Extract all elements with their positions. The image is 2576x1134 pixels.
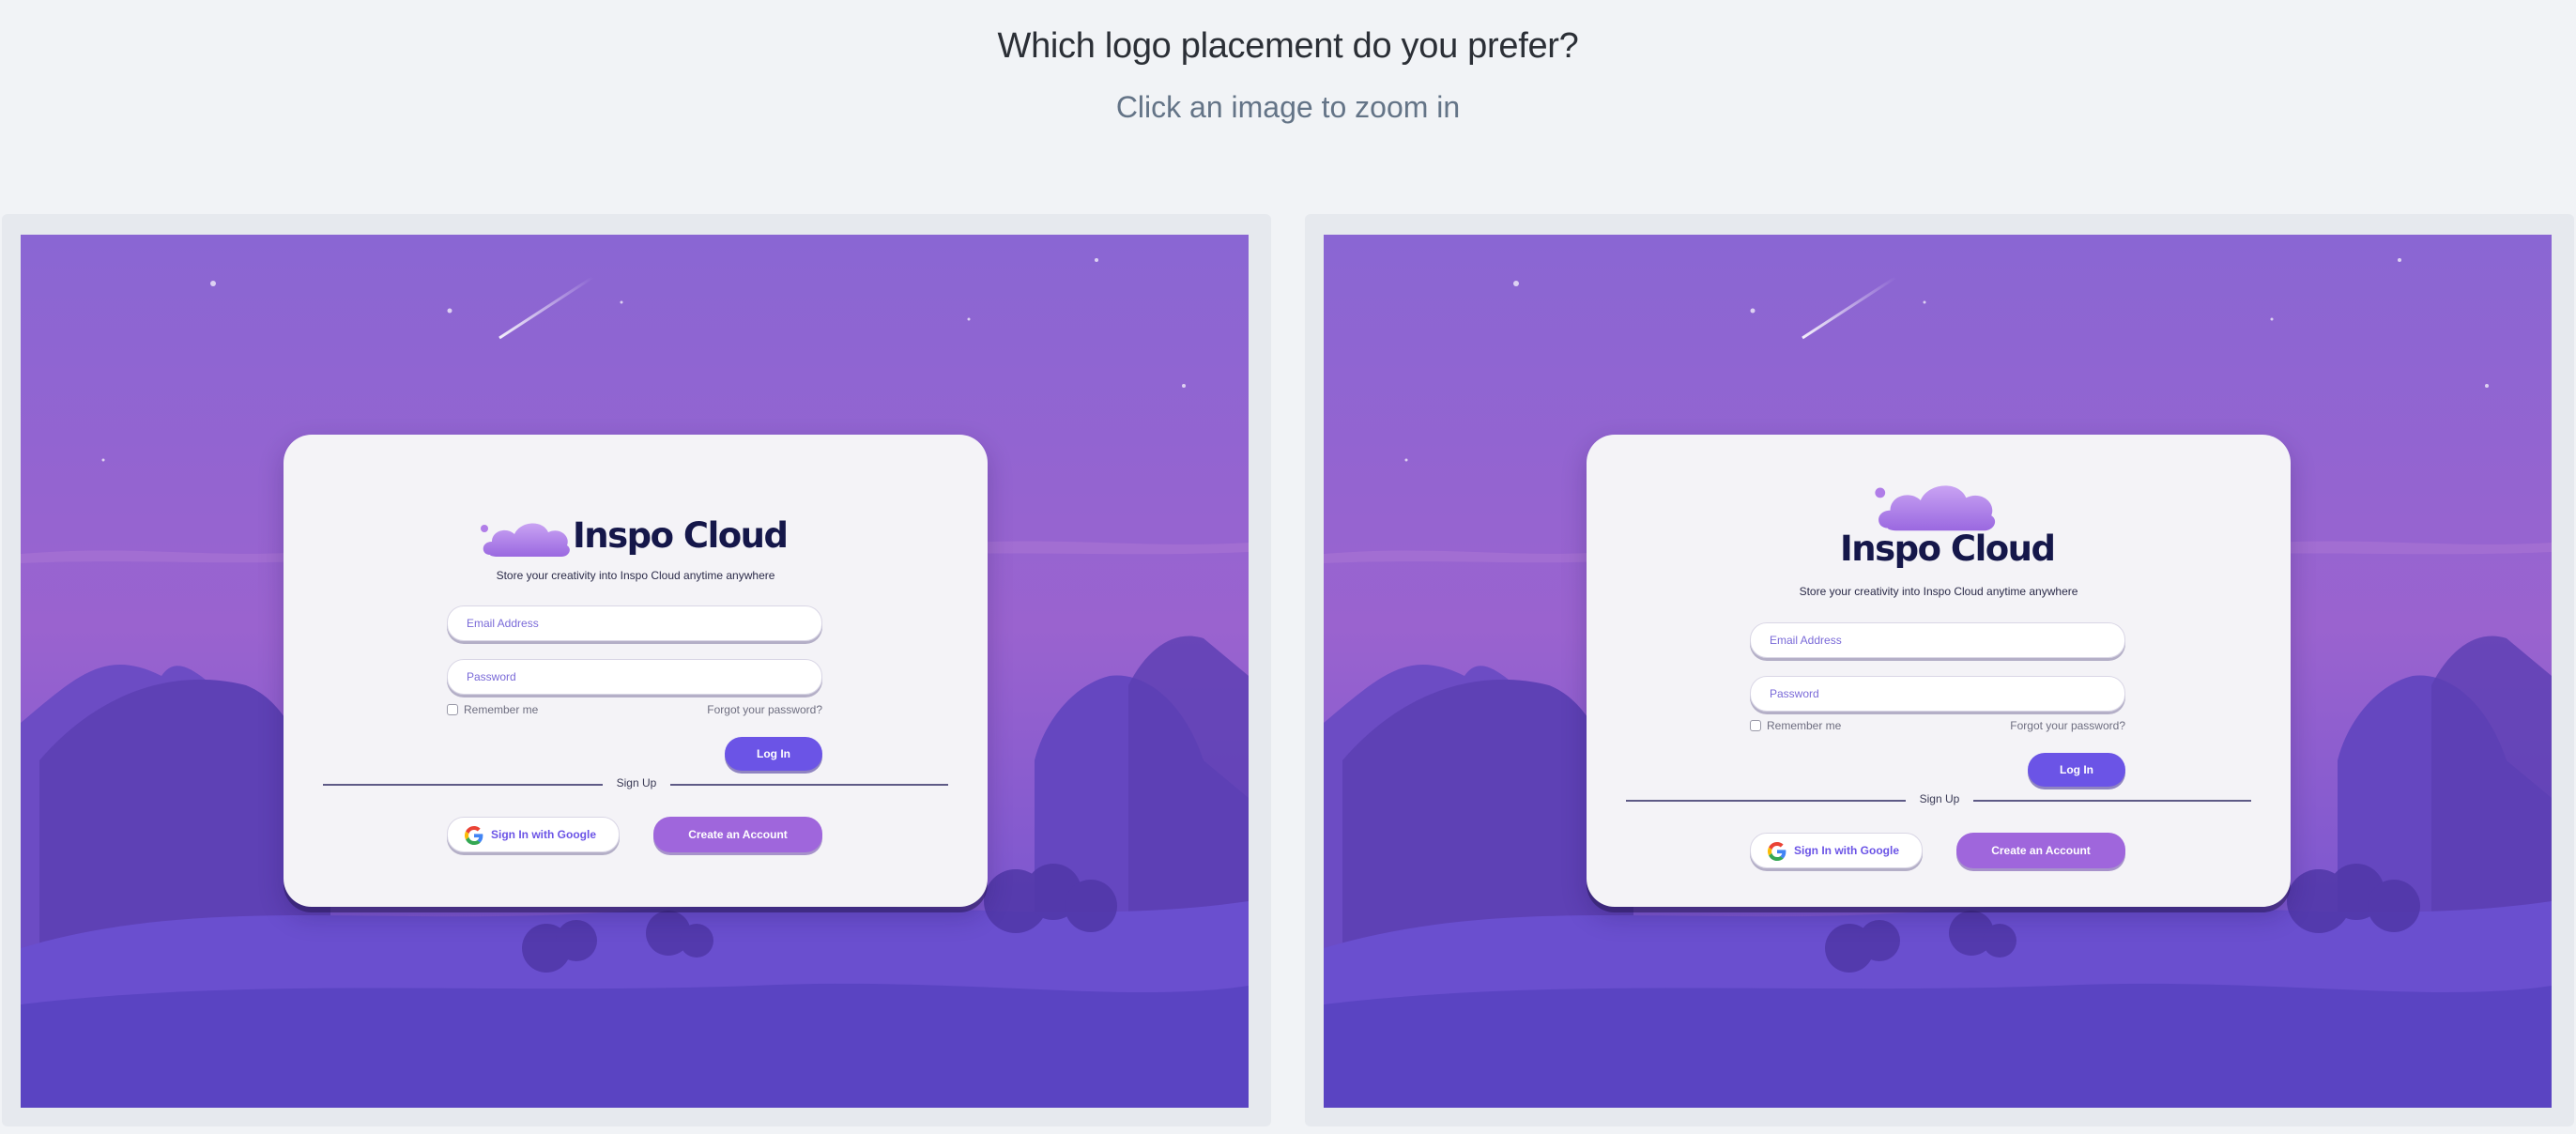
sign-up-divider: Sign Up: [1626, 791, 2251, 810]
google-label: Sign In with Google: [491, 828, 596, 841]
remember-me[interactable]: Remember me: [1750, 719, 1841, 732]
google-icon: [1768, 842, 1786, 861]
tagline: Store your creativity into Inspo Cloud a…: [496, 569, 775, 582]
option-inline-logo[interactable]: Inspo Cloud Store your creativity into I…: [2, 214, 1271, 1126]
password-field[interactable]: [447, 659, 822, 695]
login-button[interactable]: Log In: [2028, 753, 2125, 787]
page-title: Which logo placement do you prefer?: [997, 26, 1579, 66]
cloud-icon: [477, 513, 575, 560]
google-sign-in-button[interactable]: Sign In with Google: [1750, 833, 1923, 868]
logo: Inspo Cloud: [477, 513, 796, 560]
login-button[interactable]: Log In: [725, 737, 822, 771]
remember-checkbox[interactable]: [447, 704, 458, 715]
email-field[interactable]: [447, 605, 822, 641]
google-label: Sign In with Google: [1794, 844, 1899, 857]
create-account-button[interactable]: Create an Account: [1956, 833, 2125, 868]
divider-label: Sign Up: [1919, 792, 1960, 805]
cloud-icon: [1870, 472, 2001, 536]
password-field[interactable]: [1750, 676, 2125, 712]
option-stacked-logo[interactable]: Inspo Cloud Store your creativity into I…: [1305, 214, 2574, 1126]
brand-name: Inspo Cloud: [1840, 529, 2056, 569]
page-subtitle: Click an image to zoom in: [1115, 90, 1461, 124]
tagline: Store your creativity into Inspo Cloud a…: [1799, 585, 2078, 598]
screenshot-preview[interactable]: Inspo Cloud Store your creativity into I…: [21, 235, 1249, 1108]
logo: Inspo Cloud: [1840, 472, 2056, 574]
remember-label: Remember me: [464, 703, 539, 716]
create-account-button[interactable]: Create an Account: [653, 817, 822, 852]
screenshot-preview[interactable]: Inspo Cloud Store your creativity into I…: [1324, 235, 2552, 1108]
divider-label: Sign Up: [616, 776, 657, 789]
brand-name: Inspo Cloud: [573, 515, 789, 556]
remember-checkbox[interactable]: [1750, 720, 1761, 731]
email-field[interactable]: [1750, 622, 2125, 658]
google-icon: [465, 826, 483, 845]
remember-label: Remember me: [1767, 719, 1842, 732]
forgot-password-link[interactable]: Forgot your password?: [700, 703, 822, 716]
sign-up-divider: Sign Up: [323, 775, 948, 794]
google-sign-in-button[interactable]: Sign In with Google: [447, 817, 620, 852]
remember-me[interactable]: Remember me: [447, 703, 538, 716]
login-card: Inspo Cloud Store your creativity into I…: [1587, 435, 2291, 907]
login-card: Inspo Cloud Store your creativity into I…: [284, 435, 988, 907]
forgot-password-link[interactable]: Forgot your password?: [2003, 719, 2125, 732]
